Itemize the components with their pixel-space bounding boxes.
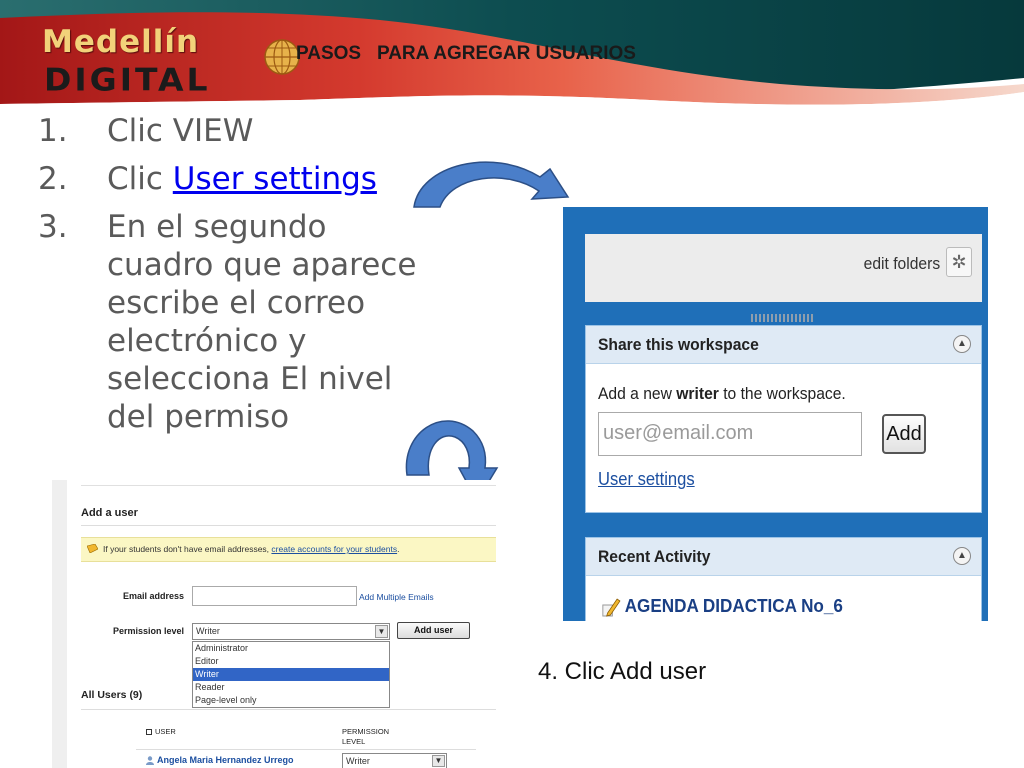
workspace-sidebar-screenshot: edit folders ✲ Share this workspace ▲ Ad… bbox=[563, 207, 988, 621]
chevron-down-icon[interactable]: ▼ bbox=[432, 755, 445, 767]
curved-arrow-right-icon bbox=[413, 161, 570, 208]
user-name-link[interactable]: Angela Maria Hernandez Urrego bbox=[146, 755, 294, 766]
share-panel-header: Share this workspace ▲ bbox=[586, 326, 981, 364]
step-text: Clic VIEW bbox=[107, 113, 254, 149]
recent-activity-item[interactable]: AGENDA DIDACTICA No_6 bbox=[600, 596, 843, 618]
chevron-down-icon[interactable]: ▼ bbox=[375, 625, 388, 638]
create-accounts-link[interactable]: create accounts for your students bbox=[271, 544, 397, 554]
step-text: Clic bbox=[107, 161, 173, 197]
option-administrator[interactable]: Administrator bbox=[193, 642, 389, 655]
share-workspace-panel: Share this workspace ▲ Add a new writer … bbox=[585, 325, 982, 513]
step-number: 1. bbox=[38, 113, 68, 149]
step-3: 3. En el segundo cuadro que aparece escr… bbox=[38, 208, 418, 436]
step-number: 3. bbox=[38, 209, 68, 245]
permission-options-list[interactable]: Administrator Editor Writer Reader Page-… bbox=[192, 641, 390, 708]
add-multiple-emails-link[interactable]: Add Multiple Emails bbox=[359, 592, 434, 602]
option-writer[interactable]: Writer bbox=[193, 668, 389, 681]
add-user-screenshot: Add a user If your students don't have e… bbox=[52, 480, 502, 768]
collapse-up-icon[interactable]: ▲ bbox=[953, 547, 971, 565]
left-gutter bbox=[52, 480, 67, 768]
add-user-button[interactable]: Add user bbox=[397, 622, 470, 639]
user-permission-select[interactable]: Writer ▼ bbox=[342, 753, 447, 768]
recent-activity-panel: Recent Activity ▲ AGENDA DIDACTICA No_6 bbox=[585, 537, 982, 621]
share-panel-body: Add a new writer to the workspace. user@… bbox=[586, 364, 981, 512]
add-user-title: Add a user bbox=[81, 507, 138, 519]
add-button[interactable]: Add bbox=[882, 414, 926, 454]
divider bbox=[81, 485, 496, 486]
option-editor[interactable]: Editor bbox=[193, 655, 389, 668]
edit-folders-link[interactable]: edit folders bbox=[863, 254, 940, 274]
divider bbox=[136, 749, 476, 750]
email-address-label: Email address bbox=[122, 591, 184, 601]
email-address-field[interactable] bbox=[192, 586, 357, 606]
email-input[interactable]: user@email.com bbox=[598, 412, 862, 456]
resize-handle[interactable] bbox=[751, 314, 815, 322]
steps-list: 1. Clic VIEW 2. Clic User settings 3. En… bbox=[38, 112, 418, 436]
share-panel-title: Share this workspace bbox=[598, 335, 759, 354]
step-4-caption: 4. Clic Add user bbox=[538, 658, 707, 685]
workspace-sidebar: edit folders ✲ Share this workspace ▲ Ad… bbox=[585, 207, 982, 621]
step-text: En el segundo cuadro que aparece escribe… bbox=[107, 209, 417, 435]
user-settings-link[interactable]: User settings bbox=[598, 469, 695, 490]
all-users-heading: All Users (9) bbox=[81, 689, 143, 701]
collapse-up-icon[interactable]: ▲ bbox=[953, 335, 971, 353]
user-settings-link[interactable]: User settings bbox=[173, 161, 377, 197]
slide-title: PASOS PARA AGREGAR USUARIOS bbox=[296, 43, 636, 64]
pencil-icon bbox=[602, 598, 621, 617]
column-header-permission: PERMISSION LEVEL bbox=[342, 727, 390, 746]
recent-panel-header: Recent Activity ▲ bbox=[586, 538, 981, 576]
permission-level-select[interactable]: Writer ▼ bbox=[192, 623, 390, 640]
checkbox-icon[interactable] bbox=[146, 729, 152, 736]
divider bbox=[81, 525, 496, 526]
folders-bar: edit folders ✲ bbox=[585, 234, 982, 322]
step-2: 2. Clic User settings bbox=[38, 160, 418, 198]
gear-icon[interactable]: ✲ bbox=[946, 247, 972, 277]
step-1: 1. Clic VIEW bbox=[38, 112, 418, 150]
divider bbox=[81, 709, 496, 710]
students-notice: If your students don't have email addres… bbox=[81, 537, 496, 562]
option-page-level-only[interactable]: Page-level only bbox=[193, 694, 389, 707]
permission-level-label: Permission level bbox=[112, 626, 184, 636]
user-icon bbox=[146, 756, 154, 766]
share-description: Add a new writer to the workspace. bbox=[598, 384, 846, 403]
recent-panel-title: Recent Activity bbox=[598, 547, 711, 566]
logo-digital: DIGITAL bbox=[44, 60, 211, 99]
column-header-user[interactable]: USER bbox=[146, 727, 176, 737]
note-icon bbox=[87, 544, 98, 553]
recent-panel-body: AGENDA DIDACTICA No_6 bbox=[586, 576, 981, 621]
option-reader[interactable]: Reader bbox=[193, 681, 389, 694]
step-number: 2. bbox=[38, 161, 68, 197]
logo-medellin: Medellín bbox=[42, 24, 200, 60]
